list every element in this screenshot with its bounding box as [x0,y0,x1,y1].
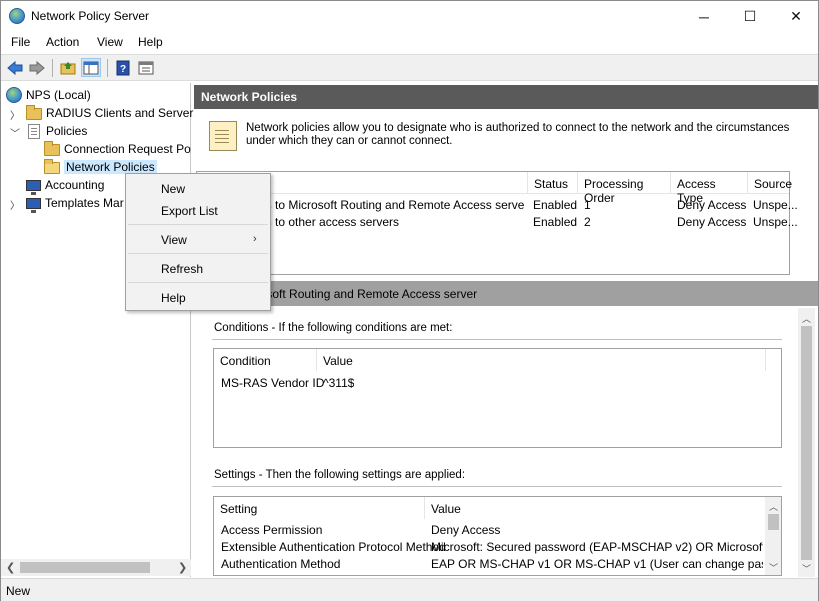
settings-list: Setting Value Access Permission Deny Acc… [213,496,782,576]
policy-list: Status Processing Order Access Type Sour… [196,171,798,275]
table-row[interactable]: ns to Microsoft Routing and Remote Acces… [197,197,798,214]
setting-value: Deny Access [431,523,501,537]
nps-icon [6,87,22,103]
scroll-right-icon[interactable]: ❯ [178,561,187,574]
toolbar-separator [107,59,108,77]
scroll-left-icon[interactable]: ❮ [6,561,15,574]
context-menu-refresh[interactable]: Refresh [161,262,203,276]
folder-icon [44,141,60,156]
table-row[interactable]: ns to other access servers Enabled 2 Den… [197,214,798,231]
tree-item-radius-clients[interactable]: RADIUS Clients and Servers [26,104,199,122]
menu-view[interactable]: View [97,35,123,49]
context-menu-export-list[interactable]: Export List [161,204,218,218]
column-condition[interactable]: Condition [214,349,314,371]
setting-name: Access Permission [221,523,323,537]
setting-value: Microsoft: Secured password (EAP-MSCHAP … [431,540,763,554]
column-setting[interactable]: Setting [214,497,424,519]
scroll-up-icon[interactable]: ︿ [769,500,778,513]
condition-value: ^311$ [323,376,355,390]
divider [212,339,782,340]
context-menu-view[interactable]: View [161,233,187,247]
menu-separator [128,253,268,254]
pane-header: Network Policies [194,85,818,109]
column-divider [765,349,766,371]
svg-text:?: ? [120,64,126,75]
toolbar-separator [52,59,53,77]
scrollbar-thumb[interactable] [768,514,779,530]
templates-icon [26,198,41,213]
close-button[interactable]: ✕ [773,1,819,32]
tree-item-accounting[interactable]: Accounting [26,176,104,195]
title-bar: Network Policy Server ─ ☐ ✕ [1,1,818,32]
condition-name: MS-RAS Vendor ID [221,376,325,390]
scroll-down-icon[interactable]: ﹀ [769,561,778,574]
conditions-list: Condition Value MS-RAS Vendor ID ^311$ [213,348,782,448]
tree-item-connection-request[interactable]: Connection Request Po [44,140,191,158]
details-pane: Network Policies Network policies allow … [194,83,818,577]
nps-app-icon [9,8,25,24]
policy-document-icon [209,121,237,151]
tree-item-templates[interactable]: Templates Mar [26,194,124,213]
menu-separator [128,224,268,225]
help-icon[interactable]: ? [113,58,133,77]
info-banner: Network policies allow you to designate … [196,111,816,153]
folder-icon [26,105,42,120]
column-status[interactable]: Status [527,172,577,194]
menu-file[interactable]: File [11,35,30,49]
show-hide-tree-icon[interactable] [81,58,101,77]
context-menu-new[interactable]: New [161,182,185,196]
nps-window: Network Policy Server ─ ☐ ✕ File Action … [0,0,819,601]
settings-title: Settings - Then the following settings a… [214,469,466,481]
menu-separator [128,282,268,283]
context-menu: New Export List View › Refresh Help [125,173,271,311]
setting-name: Authentication Method [221,557,341,571]
scrollbar-thumb[interactable] [20,562,150,573]
column-value[interactable]: Value [316,349,446,371]
chevron-right-icon[interactable]: 〉 [10,197,20,212]
tree-item-policies[interactable]: Policies [26,122,87,140]
tree-item-nps-local[interactable]: NPS (Local) [6,86,91,104]
console-tree: NPS (Local) 〉 RADIUS Clients and Servers… [1,83,199,577]
toolbar: ? [1,54,818,81]
menu-bar: File Action View Help [1,32,818,54]
chevron-right-icon[interactable]: 〉 [10,107,20,122]
window-title: Network Policy Server [31,9,150,23]
menu-help[interactable]: Help [138,35,163,49]
forward-icon[interactable] [27,58,47,77]
chevron-down-icon[interactable]: ﹀ [10,125,20,140]
folder-open-icon [44,159,60,174]
context-menu-help[interactable]: Help [161,291,186,305]
back-icon[interactable] [5,58,25,77]
conditions-title: Conditions - If the following conditions… [214,322,453,334]
minimize-button[interactable]: ─ [681,1,727,32]
info-text: Network policies allow you to designate … [246,122,790,147]
scroll-up-icon[interactable]: ︿ [802,312,811,325]
column-processing-order[interactable]: Processing Order [577,172,670,205]
setting-value: EAP OR MS-CHAP v1 OR MS-CHAP v1 (User ca… [431,557,763,571]
maximize-button[interactable]: ☐ [727,1,773,32]
details-vertical-scrollbar[interactable]: ︿ ﹀ [798,308,815,577]
submenu-arrow-icon: › [253,233,257,245]
column-value[interactable]: Value [424,497,564,519]
scrollbar-thumb[interactable] [801,326,812,560]
divider [212,486,782,487]
tree-horizontal-scrollbar[interactable]: ❮ ❯ [1,559,191,576]
policy-list-header: Status Processing Order Access Type Sour… [197,172,792,205]
column-source[interactable]: Source [747,172,792,194]
settings-vertical-scrollbar[interactable]: ︿ ﹀ [765,497,781,575]
accounting-icon [26,180,41,195]
setting-name: Extensible Authentication Protocol Metho… [221,540,446,554]
scroll-down-icon[interactable]: ﹀ [802,562,811,575]
status-text: New [6,584,31,598]
menu-action[interactable]: Action [46,35,79,49]
column-access-type[interactable]: Access Type [670,172,747,205]
up-folder-icon[interactable] [58,58,78,77]
policy-icon [28,123,40,139]
detail-header: ons to Microsoft Routing and Remote Acce… [194,281,818,306]
properties-icon[interactable] [136,58,156,77]
status-bar: New [1,578,818,601]
